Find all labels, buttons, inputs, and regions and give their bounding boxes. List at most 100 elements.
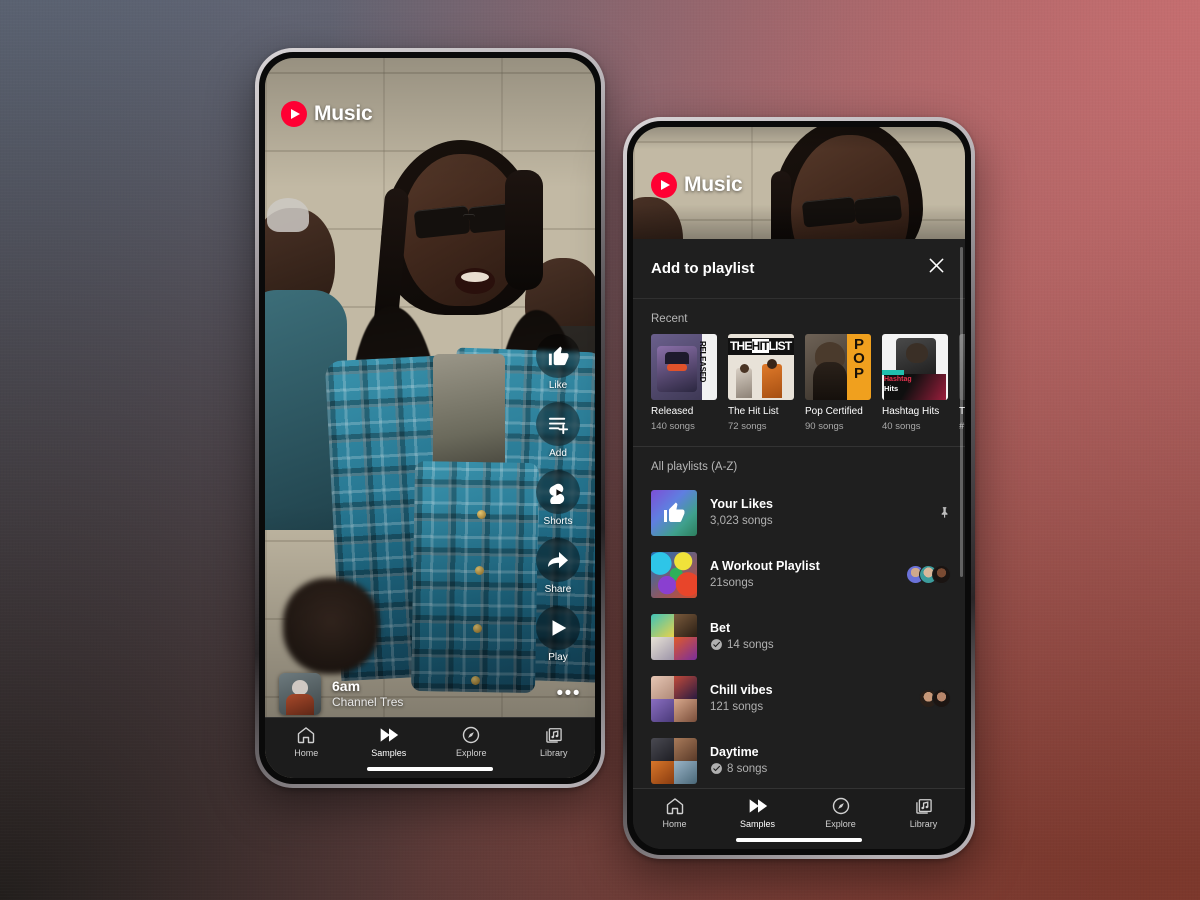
nav-item-home[interactable]: Home: [633, 796, 716, 829]
playlist-count: 8 songs: [727, 762, 768, 775]
avatar: [932, 565, 951, 584]
home-indicator: [736, 838, 862, 842]
right-phone-device: Music Add to playlist Recent RELEASED Re…: [623, 117, 975, 859]
playlist-count: 14 songs: [727, 638, 774, 651]
list-item[interactable]: Bet 14 songs: [633, 606, 965, 668]
youtube-music-play-icon: [281, 101, 307, 127]
brand-name: Music: [684, 173, 743, 196]
video-action-rail: Like Add Shorts Share Play: [531, 334, 585, 663]
playlist-count: 121 songs: [710, 700, 764, 713]
like-label: Like: [548, 380, 568, 391]
nav-item-samples[interactable]: Samples: [716, 796, 799, 829]
recent-card-count: 140 songs: [651, 420, 695, 432]
nav-label-samples: Samples: [739, 819, 775, 829]
released-cover: RELEASED: [651, 334, 717, 400]
recent-section-label: Recent: [651, 313, 688, 325]
collaborator-avatars[interactable]: [906, 565, 951, 584]
right-phone-screen: Music Add to playlist Recent RELEASED Re…: [633, 127, 965, 849]
list-item[interactable]: Your Likes 3,023 songs: [633, 482, 965, 544]
nav-item-library[interactable]: Library: [882, 796, 965, 829]
list-item-text: A Workout Playlist 21songs: [710, 558, 893, 591]
nav-label-explore: Explore: [825, 819, 856, 829]
recent-card-name: Pop Certified: [805, 406, 863, 417]
downloaded-icon: [710, 762, 723, 775]
shorts-icon[interactable]: [536, 470, 580, 514]
youtube-music-play-icon: [651, 172, 677, 198]
nav-label-home: Home: [662, 819, 687, 829]
list-item-text: Bet 14 songs: [710, 620, 938, 653]
all-playlists-label: All playlists (A-Z): [651, 460, 738, 473]
playlist-title: Daytime: [710, 745, 759, 760]
recent-playlists-carousel[interactable]: RELEASED Released 140 songs THEHITLIST T…: [633, 334, 965, 432]
list-item[interactable]: Daytime 8 songs: [633, 730, 965, 792]
now-playing-text: 6am Channel Tres: [332, 678, 403, 710]
play-action[interactable]: Play: [531, 606, 585, 663]
right-phone-bezel: Music Add to playlist Recent RELEASED Re…: [627, 121, 971, 855]
playlist-count: 3,023 songs: [710, 514, 773, 527]
nav-item-samples[interactable]: Samples: [348, 725, 431, 758]
like-action[interactable]: Like: [531, 334, 585, 391]
list-item[interactable]: Chill vibes 121 songs: [633, 668, 965, 730]
list-item-text: Chill vibes 121 songs: [710, 682, 906, 715]
sheet-header: Add to playlist: [633, 239, 965, 299]
nav-item-home[interactable]: Home: [265, 725, 348, 758]
brand-name: Music: [314, 102, 373, 125]
playlist-title: Your Likes: [710, 497, 773, 512]
recent-card-name: Released: [651, 406, 694, 417]
recent-card[interactable]: Hashtag Hits Hashtag Hits 40 songs: [882, 334, 948, 432]
add-action[interactable]: Add: [531, 402, 585, 459]
play-triangle-icon[interactable]: [536, 606, 580, 650]
left-phone-device: Music Like Add Shorts Share Play 6am Cha…: [255, 48, 605, 788]
close-icon[interactable]: [926, 255, 947, 281]
list-item-text: Your Likes 3,023 songs: [710, 496, 924, 529]
overflow-menu-icon[interactable]: •••: [557, 684, 581, 704]
add-label: Add: [549, 448, 567, 459]
hashtag-hits-cover: Hashtag Hits: [882, 334, 948, 400]
playlist-title: A Workout Playlist: [710, 559, 820, 574]
mosaic-bet: [651, 613, 697, 660]
pop-certified-cover: POP: [805, 334, 871, 400]
youtube-music-logo: Music: [281, 101, 373, 127]
recent-card[interactable]: THEHITLIST The Hit List 72 songs: [728, 334, 794, 432]
album-art-thumbnail: [279, 673, 321, 715]
share-action[interactable]: Share: [531, 538, 585, 595]
nav-item-explore[interactable]: Explore: [430, 725, 513, 758]
left-phone-bezel: Music Like Add Shorts Share Play 6am Cha…: [259, 52, 601, 784]
thumbs-up-icon[interactable]: [536, 334, 580, 378]
recent-card[interactable]: POP Pop Certified 90 songs: [805, 334, 871, 432]
shorts-action[interactable]: Shorts: [531, 470, 585, 527]
pin-icon[interactable]: [937, 506, 951, 520]
nav-item-explore[interactable]: Explore: [799, 796, 882, 829]
vertical-scrollbar[interactable]: [960, 247, 963, 577]
mosaic-chill: [651, 675, 697, 722]
recent-card-name: The Hit List: [728, 406, 779, 417]
right-bottom-navigation: Home Samples Explore Library: [633, 788, 965, 849]
playlist-add-icon[interactable]: [536, 402, 580, 446]
list-item-text: Daytime 8 songs: [710, 744, 938, 777]
left-phone-screen: Music Like Add Shorts Share Play 6am Cha…: [265, 58, 595, 778]
track-title: 6am: [332, 677, 361, 694]
downloaded-icon: [710, 638, 723, 651]
recent-card-count: 90 songs: [805, 420, 844, 432]
nav-label-home: Home: [294, 748, 319, 758]
nav-label-library: Library: [909, 819, 938, 829]
playlist-title: Bet: [710, 621, 731, 636]
share-arrow-icon[interactable]: [536, 538, 580, 582]
playlist-count: 21songs: [710, 576, 754, 589]
recent-card[interactable]: RELEASED Released 140 songs: [651, 334, 717, 432]
collaborator-avatars[interactable]: [919, 689, 951, 708]
avatar: [932, 689, 951, 708]
home-indicator: [367, 767, 493, 771]
play-label: Play: [548, 652, 568, 663]
track-artist: Channel Tres: [332, 694, 404, 709]
thumbs-up-gradient: [651, 489, 697, 536]
left-bottom-navigation: Home Samples Explore Library: [265, 717, 595, 778]
sheet-title: Add to playlist: [651, 259, 755, 277]
add-to-playlist-sheet: Add to playlist Recent RELEASED Released…: [633, 239, 965, 849]
hit-list-cover: THEHITLIST: [728, 334, 794, 400]
playlist-title: Chill vibes: [710, 683, 773, 698]
nav-item-library[interactable]: Library: [513, 725, 596, 758]
list-item[interactable]: A Workout Playlist 21songs: [633, 544, 965, 606]
shorts-label: Shorts: [543, 516, 573, 527]
nav-label-samples: Samples: [371, 748, 407, 758]
